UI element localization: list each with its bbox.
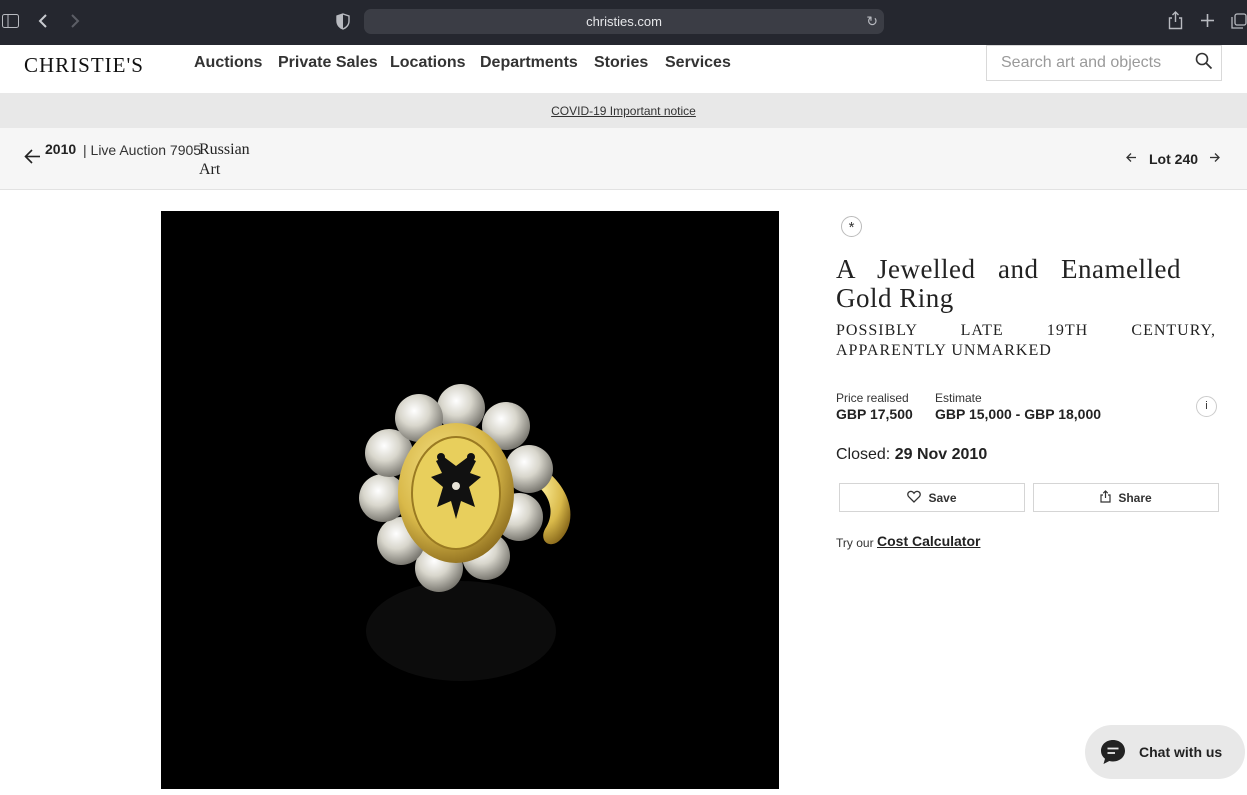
estimate-label: Estimate <box>935 391 982 405</box>
browser-toolbar: christies.com ↻ <box>0 0 1247 45</box>
url-text: christies.com <box>586 14 662 29</box>
asterisk-marker-icon: * <box>841 216 862 237</box>
sale-year[interactable]: 2010 <box>45 141 76 157</box>
nav-private-sales[interactable]: Private Sales <box>278 54 378 72</box>
share-button[interactable]: Share <box>1033 483 1219 512</box>
closed-status: Closed: 29 Nov 2010 <box>836 446 987 464</box>
search-box <box>986 45 1222 81</box>
search-icon[interactable] <box>1195 52 1213 75</box>
share-label: Share <box>1118 490 1152 505</box>
info-icon[interactable]: i <box>1196 396 1217 417</box>
save-label: Save <box>928 490 957 505</box>
covid-notice-link[interactable]: COVID-19 Important notice <box>0 104 1247 118</box>
new-tab-icon[interactable] <box>1200 13 1215 31</box>
back-arrow-icon[interactable] <box>24 148 41 170</box>
lot-number: Lot 240 <box>1149 151 1199 167</box>
christies-logo[interactable]: CHRISTIE'S <box>24 53 144 78</box>
sale-number: | Live Auction 7905 <box>83 142 202 158</box>
forward-icon[interactable] <box>70 13 80 32</box>
sidebar-icon[interactable] <box>2 14 19 31</box>
closed-date: 29 Nov 2010 <box>894 446 988 463</box>
share-icon <box>1100 489 1111 506</box>
nav-services[interactable]: Services <box>665 54 731 72</box>
save-button[interactable]: Save <box>839 483 1025 512</box>
back-icon[interactable] <box>38 13 48 32</box>
nav-locations[interactable]: Locations <box>390 54 466 72</box>
chat-button[interactable]: Chat with us <box>1085 725 1245 779</box>
lot-title: A Jewelled and Enamelled Gold Ring <box>836 254 1181 313</box>
reload-icon[interactable]: ↻ <box>866 13 878 30</box>
cost-calculator-link[interactable]: Cost Calculator <box>877 533 980 549</box>
ring-illustration <box>359 384 571 681</box>
site-header: CHRISTIE'S Auctions Private Sales Locati… <box>0 45 1247 93</box>
estimate-value: GBP 15,000 - GBP 18,000 <box>935 406 1102 422</box>
next-lot-icon[interactable] <box>1209 150 1220 166</box>
address-bar[interactable]: christies.com ↻ <box>364 9 884 34</box>
price-realised-label: Price realised <box>836 391 909 405</box>
chat-bubble-icon <box>1099 738 1127 769</box>
lot-image[interactable] <box>161 211 779 789</box>
nav-stories[interactable]: Stories <box>594 54 648 72</box>
nav-auctions[interactable]: Auctions <box>194 54 262 72</box>
tabs-overview-icon[interactable] <box>1231 13 1247 32</box>
heart-icon <box>907 490 922 506</box>
notice-banner: COVID-19 Important notice <box>0 93 1247 128</box>
lot-subtitle: Possibly late 19th century, apparently u… <box>836 322 1216 359</box>
try-our-label: Try our <box>836 536 874 550</box>
previous-lot-icon[interactable] <box>1126 150 1137 166</box>
nav-departments[interactable]: Departments <box>480 54 578 72</box>
closed-label: Closed: <box>836 446 891 463</box>
chat-label: Chat with us <box>1139 744 1223 760</box>
search-input[interactable] <box>1001 53 1191 73</box>
lot-breadcrumb-bar: 2010 | Live Auction 7905 Russian Art Lot… <box>0 128 1247 190</box>
sale-title[interactable]: Russian Art <box>199 140 269 180</box>
price-realised-value: GBP 17,500 <box>836 406 913 422</box>
privacy-shield-icon[interactable] <box>336 13 350 33</box>
share-icon[interactable] <box>1168 11 1183 33</box>
